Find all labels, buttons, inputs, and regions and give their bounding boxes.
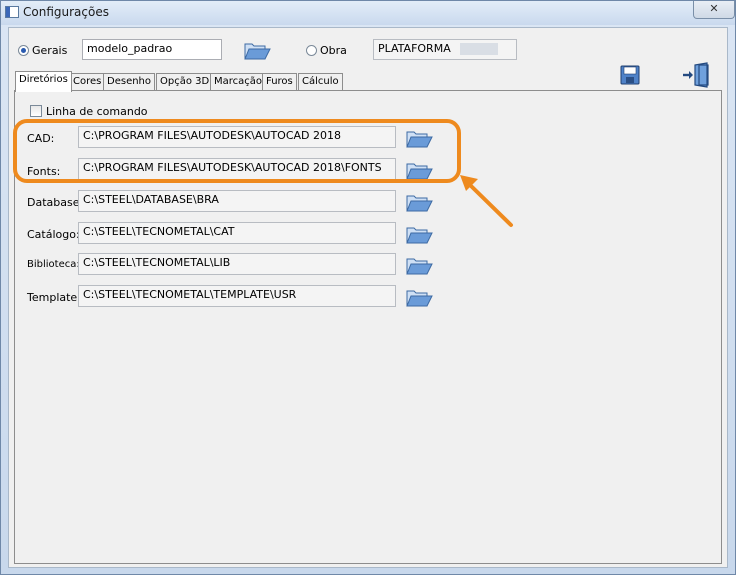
close-icon: ✕ <box>709 2 719 15</box>
tab-diretorios[interactable]: Diretórios <box>15 71 72 92</box>
template-label: Template: <box>27 291 81 304</box>
dialog-client: Gerais modelo_padrao Obra PLATAFORMA Dir… <box>8 27 728 568</box>
obra-redacted-field <box>460 43 499 55</box>
tab-marcacao[interactable]: Marcação <box>210 73 267 91</box>
gerais-radio[interactable] <box>18 45 29 56</box>
folder-icon[interactable] <box>243 39 271 61</box>
tab-furos[interactable]: Furos <box>262 73 297 91</box>
gerais-model-input[interactable]: modelo_padrao <box>82 39 222 60</box>
template-folder-icon[interactable] <box>405 286 433 308</box>
obra-radio[interactable] <box>306 45 317 56</box>
arrow-annotation <box>460 175 513 227</box>
database-path-input[interactable]: C:\STEEL\DATABASE\BRA <box>78 190 396 212</box>
catalogo-folder-icon[interactable] <box>405 223 433 245</box>
template-path-input[interactable]: C:\STEEL\TECNOMETAL\TEMPLATE\USR <box>78 285 396 307</box>
app-icon <box>5 6 19 18</box>
close-button[interactable]: ✕ <box>693 1 735 19</box>
obra-value: PLATAFORMA <box>378 42 451 55</box>
title-bar[interactable]: Configurações ✕ <box>1 1 735 25</box>
obra-label: Obra <box>320 44 347 57</box>
configuracoes-window: Configurações ✕ Gerais modelo_padrao Obr… <box>0 0 736 575</box>
biblioteca-label: Biblioteca: <box>27 259 80 270</box>
exit-icon[interactable] <box>681 62 713 88</box>
obra-input[interactable]: PLATAFORMA <box>373 39 517 60</box>
catalogo-path-input[interactable]: C:\STEEL\TECNOMETAL\CAT <box>78 222 396 244</box>
tab-opcao-3d[interactable]: Opção 3D <box>156 73 214 91</box>
linha-comando-checkbox[interactable] <box>30 105 42 117</box>
database-folder-icon[interactable] <box>405 191 433 213</box>
save-icon[interactable] <box>620 65 640 85</box>
tab-desenho[interactable]: Desenho <box>103 73 156 91</box>
window-title: Configurações <box>23 5 109 19</box>
highlight-box <box>13 119 461 183</box>
tab-calculo[interactable]: Cálculo <box>298 73 343 91</box>
gerais-label: Gerais <box>32 44 68 57</box>
database-label: Database: <box>27 196 84 209</box>
tab-cores[interactable]: Cores <box>69 73 106 91</box>
catalogo-label: Catálogo: <box>27 228 80 241</box>
linha-comando-label: Linha de comando <box>46 105 148 118</box>
biblioteca-folder-icon[interactable] <box>405 254 433 276</box>
biblioteca-path-input[interactable]: C:\STEEL\TECNOMETAL\LIB <box>78 253 396 275</box>
